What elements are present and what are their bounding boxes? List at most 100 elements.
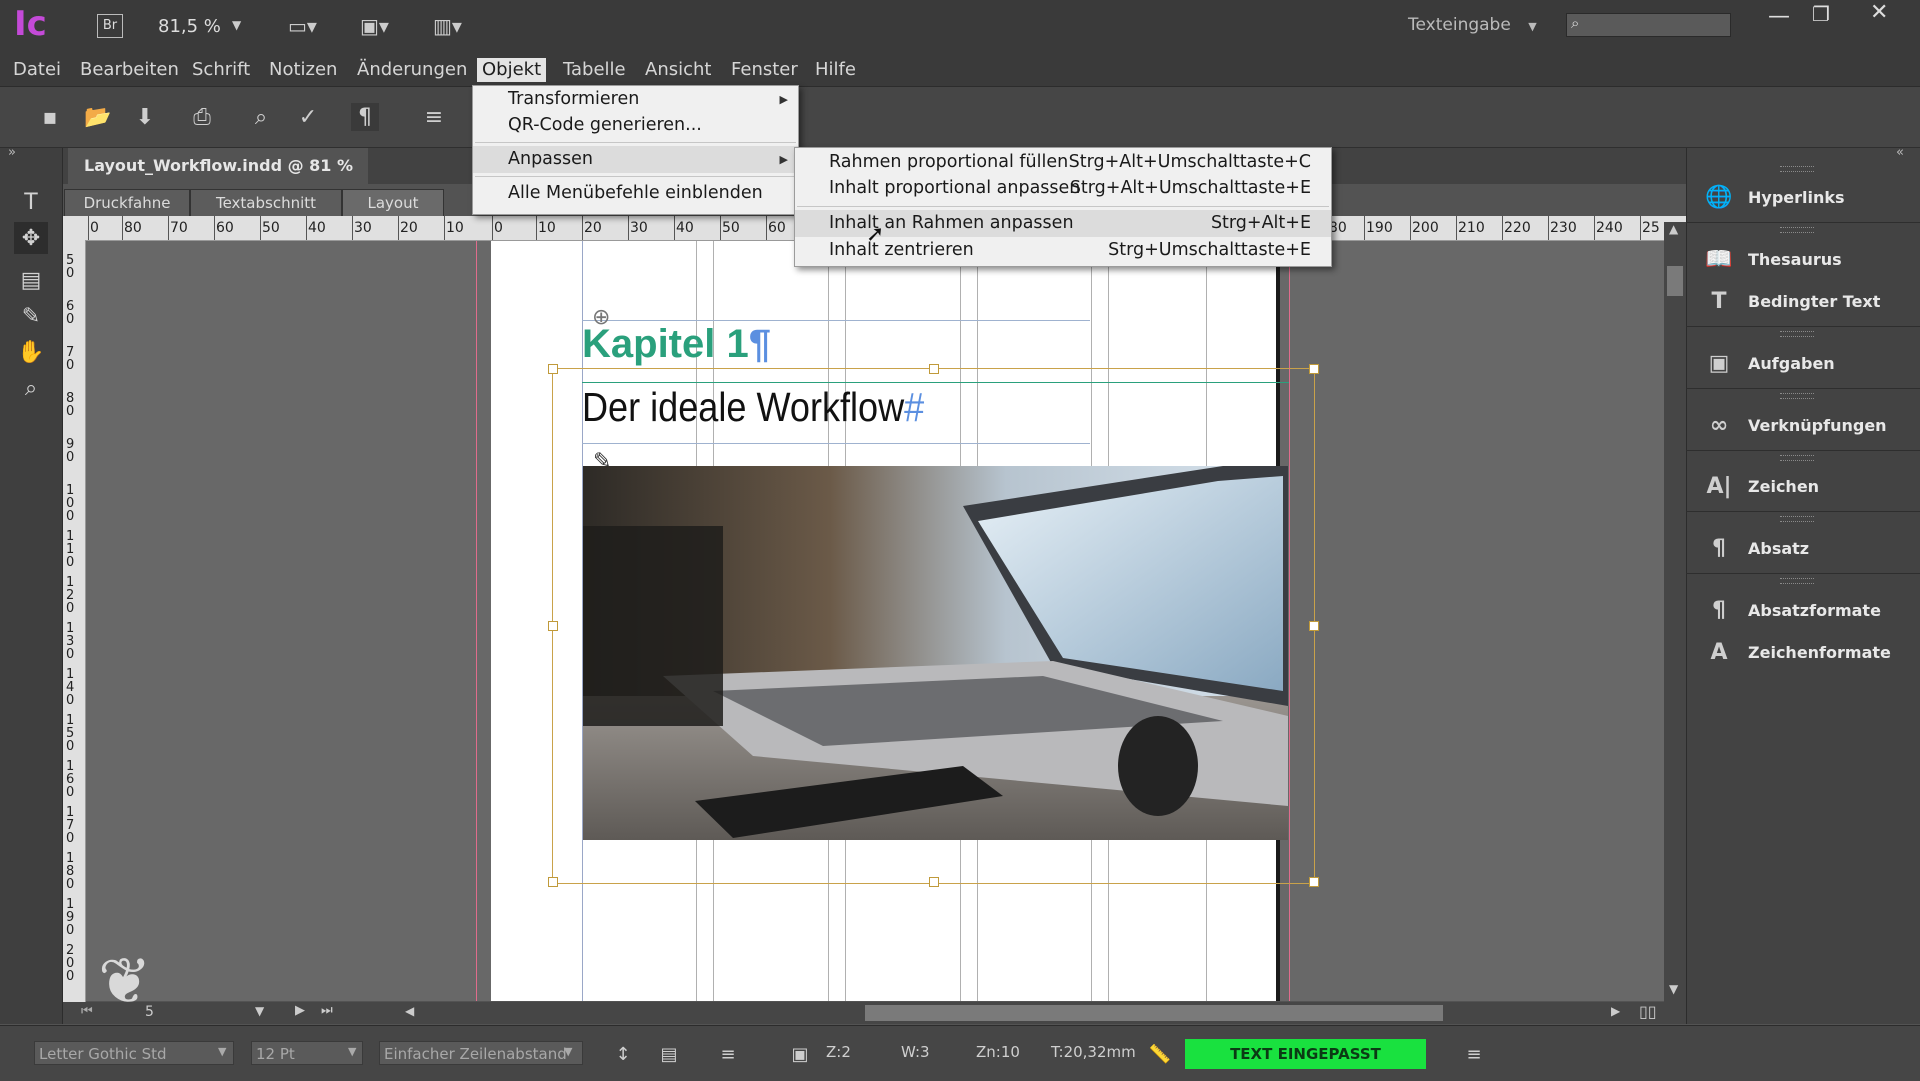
ruler-tick-label: 110 bbox=[66, 529, 75, 570]
view-options-icon[interactable]: ▣▾ bbox=[360, 14, 389, 38]
minimize-icon[interactable]: — bbox=[1768, 4, 1790, 29]
panel-grip[interactable] bbox=[1780, 227, 1814, 233]
collapse-panels-icon[interactable]: « bbox=[1896, 145, 1904, 160]
find-icon[interactable]: ⌕ bbox=[247, 103, 275, 131]
panel-aufgaben[interactable]: ▣ Aufgaben bbox=[1694, 343, 1914, 383]
resize-handle[interactable] bbox=[1309, 621, 1319, 631]
next-page-icon[interactable]: ▶ bbox=[295, 1003, 305, 1018]
tab-textabschnitt[interactable]: Textabschnitt bbox=[190, 189, 342, 217]
last-page-icon[interactable]: ⏭ bbox=[321, 1003, 333, 1018]
menu-item-alle-menuebefehle[interactable]: Alle Menübefehle einblenden bbox=[473, 180, 798, 207]
resize-handle[interactable] bbox=[929, 877, 939, 887]
scroll-right-icon[interactable]: ▶ bbox=[1611, 1004, 1620, 1018]
panel-thesaurus[interactable]: 📖 Thesaurus bbox=[1694, 239, 1914, 279]
menu-hilfe[interactable]: Hilfe bbox=[810, 58, 861, 82]
menu-aenderungen[interactable]: Änderungen bbox=[352, 58, 472, 82]
open-folder-icon[interactable]: 📂 bbox=[84, 103, 112, 131]
scroll-down-icon[interactable]: ▼ bbox=[1669, 982, 1678, 996]
panel-hyperlinks[interactable]: 🌐 Hyperlinks bbox=[1694, 177, 1914, 217]
tab-druckfahne[interactable]: Druckfahne bbox=[64, 189, 190, 217]
menu-ansicht[interactable]: Ansicht bbox=[640, 58, 716, 82]
options-menu-icon[interactable]: ≡ bbox=[714, 1040, 742, 1068]
vertical-justification-icon[interactable]: ↕ bbox=[609, 1040, 637, 1068]
first-page-icon[interactable]: ⏮ bbox=[81, 1004, 93, 1019]
close-icon[interactable]: ✕ bbox=[1870, 0, 1888, 25]
menu-item-transformieren[interactable]: Transformieren ▶ bbox=[473, 86, 798, 113]
workspace-switcher[interactable]: Texteingabe ▼ bbox=[1408, 15, 1537, 35]
spellcheck-icon[interactable]: ✓ bbox=[294, 103, 322, 131]
search-input[interactable]: ⌕ bbox=[1566, 13, 1731, 37]
leading-field[interactable]: Einfacher Zeilenabstand bbox=[379, 1041, 583, 1065]
horizontal-scroll-thumb[interactable] bbox=[865, 1005, 1443, 1021]
note-tool-icon[interactable]: ▤ bbox=[14, 264, 48, 296]
selection-frame[interactable] bbox=[552, 368, 1315, 884]
menu-item-inhalt-proportional-anpassen[interactable]: Inhalt proportional anpassen Strg+Alt+Ums… bbox=[795, 175, 1331, 202]
arrange-documents-icon[interactable]: ▥▾ bbox=[433, 14, 462, 38]
panel-grip[interactable] bbox=[1780, 166, 1814, 172]
menu-fenster[interactable]: Fenster bbox=[726, 58, 803, 82]
panel-absatzformate[interactable]: ¶ Absatzformate bbox=[1694, 590, 1914, 630]
panel-verknuepfungen[interactable]: ∞ Verknüpfungen bbox=[1694, 405, 1914, 445]
control-menu-icon[interactable]: ≡ bbox=[420, 103, 448, 131]
bridge-button[interactable]: Br bbox=[97, 14, 123, 38]
page-dropdown-icon[interactable]: ▼ bbox=[255, 1004, 264, 1018]
resize-handle[interactable] bbox=[929, 364, 939, 374]
screen-mode-icon[interactable]: ▭▾ bbox=[288, 14, 317, 38]
panel-grip[interactable] bbox=[1780, 578, 1814, 584]
menu-notizen[interactable]: Notizen bbox=[264, 58, 342, 82]
document-tab[interactable]: Layout_Workflow.indd @ 81 % ✕ bbox=[68, 148, 368, 211]
panel-bedingter-text[interactable]: T Bedingter Text bbox=[1694, 281, 1914, 321]
scroll-thumb[interactable] bbox=[1667, 266, 1683, 296]
new-document-icon[interactable]: ▪ bbox=[36, 103, 64, 131]
zoom-level[interactable]: 81,5 % bbox=[158, 16, 221, 37]
resize-handle[interactable] bbox=[1309, 364, 1319, 374]
menu-bearbeiten[interactable]: Bearbeiten bbox=[75, 58, 184, 82]
menu-item-qr-code[interactable]: QR-Code generieren... bbox=[473, 112, 798, 139]
chapter-title[interactable]: Kapitel 1¶ bbox=[582, 322, 771, 367]
menu-item-rahmen-proportional-fuellen[interactable]: Rahmen proportional füllen Strg+Alt+Umsch… bbox=[795, 149, 1331, 176]
position-tool-icon[interactable]: ✥ bbox=[14, 222, 48, 254]
vertical-ruler[interactable]: 50 60 70 80 90 100 110 120 130 140 150 160 170 180 190… bbox=[63, 240, 86, 1002]
menu-schrift[interactable]: Schrift bbox=[187, 58, 255, 82]
panel-label: Absatz bbox=[1748, 538, 1810, 558]
scroll-up-icon[interactable]: ▲ bbox=[1669, 222, 1678, 236]
panel-grip[interactable] bbox=[1780, 393, 1814, 399]
assignments-icon: ▣ bbox=[1708, 350, 1730, 376]
tab-layout[interactable]: Layout bbox=[342, 189, 444, 217]
chevron-down-icon[interactable]: ▼ bbox=[564, 1045, 572, 1058]
scroll-left-icon[interactable]: ◀ bbox=[405, 1004, 414, 1018]
split-window-icon[interactable]: ▯▯ bbox=[1639, 1002, 1657, 1021]
zoom-dropdown-icon[interactable]: ▼ bbox=[232, 18, 241, 32]
menu-tabelle[interactable]: Tabelle bbox=[558, 58, 631, 82]
panel-grip[interactable] bbox=[1780, 455, 1814, 461]
font-family-field[interactable]: Letter Gothic Std bbox=[34, 1041, 234, 1065]
fit-status-badge: TEXT EINGEPASST bbox=[1185, 1039, 1426, 1069]
vertical-scrollbar[interactable]: ▲ ▼ bbox=[1664, 222, 1686, 1002]
menu-item-anpassen[interactable]: Anpassen ▶ bbox=[473, 146, 798, 173]
type-tool-icon[interactable]: T bbox=[14, 186, 48, 218]
save-icon[interactable]: ⬇ bbox=[131, 103, 159, 131]
hand-tool-icon[interactable]: ✋ bbox=[14, 336, 48, 368]
panel-absatz[interactable]: ¶ Absatz bbox=[1694, 528, 1914, 568]
eyedropper-tool-icon[interactable]: ✎ bbox=[14, 300, 48, 332]
panel-grip[interactable] bbox=[1780, 516, 1814, 522]
status-menu-icon[interactable]: ≡ bbox=[1460, 1040, 1488, 1068]
print-icon[interactable]: ⎙ bbox=[188, 103, 216, 131]
show-hidden-characters-icon[interactable]: ¶ bbox=[351, 103, 379, 131]
resize-handle[interactable] bbox=[548, 621, 558, 631]
resize-handle[interactable] bbox=[548, 364, 558, 374]
resize-handle[interactable] bbox=[1309, 877, 1319, 887]
zoom-tool-icon[interactable]: ⌕ bbox=[14, 372, 48, 404]
font-size-field[interactable]: 12 Pt bbox=[251, 1041, 363, 1065]
menu-objekt[interactable]: Objekt bbox=[477, 58, 547, 82]
columns-icon[interactable]: ▤ bbox=[655, 1040, 683, 1068]
resize-handle[interactable] bbox=[548, 877, 558, 887]
restore-icon[interactable]: ❐ bbox=[1812, 2, 1830, 26]
chevron-down-icon[interactable]: ▼ bbox=[218, 1045, 226, 1058]
panel-zeichenformate[interactable]: A Zeichenformate bbox=[1694, 632, 1914, 672]
menu-datei[interactable]: Datei bbox=[8, 58, 66, 82]
panel-zeichen[interactable]: A| Zeichen bbox=[1694, 466, 1914, 506]
chevron-down-icon[interactable]: ▼ bbox=[348, 1045, 356, 1058]
expand-tools-icon[interactable]: » bbox=[8, 145, 16, 160]
panel-grip[interactable] bbox=[1780, 331, 1814, 337]
